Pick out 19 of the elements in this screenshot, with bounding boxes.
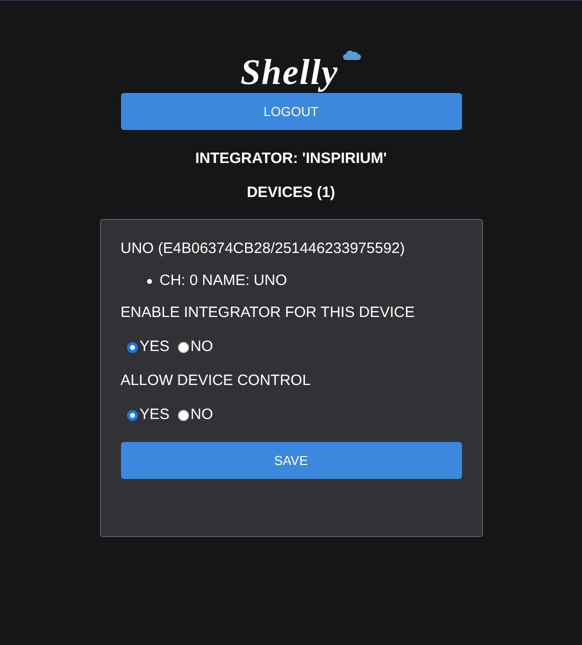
bullet-icon xyxy=(146,278,152,284)
channel-text: CH: 0 NAME: UNO xyxy=(160,272,288,290)
radio-button[interactable] xyxy=(178,342,189,352)
logo-text: Shelly xyxy=(240,52,340,92)
radio-label[interactable]: NO xyxy=(190,406,214,424)
device-title: UNO (E4B06374CB28/251446233975592) xyxy=(120,240,405,258)
logout-button[interactable]: LOGOUT xyxy=(120,93,462,130)
radio-button[interactable] xyxy=(178,410,189,420)
cloud-icon xyxy=(342,50,360,60)
radio-label[interactable]: NO xyxy=(190,338,214,356)
integrator-label: INTEGRATOR: 'INSPIRIUM' xyxy=(195,150,387,168)
setting-label: ALLOW DEVICE CONTROL xyxy=(120,372,311,390)
devices-heading: DEVICES (1) xyxy=(246,184,336,202)
setting-label: ENABLE INTEGRATOR FOR THIS DEVICE xyxy=(120,304,415,322)
radio-button[interactable] xyxy=(126,410,138,420)
radio-label[interactable]: YES xyxy=(140,406,170,424)
radio-label[interactable]: YES xyxy=(140,338,170,356)
radio-button[interactable] xyxy=(126,342,138,352)
save-button[interactable]: SAVE xyxy=(120,442,462,479)
